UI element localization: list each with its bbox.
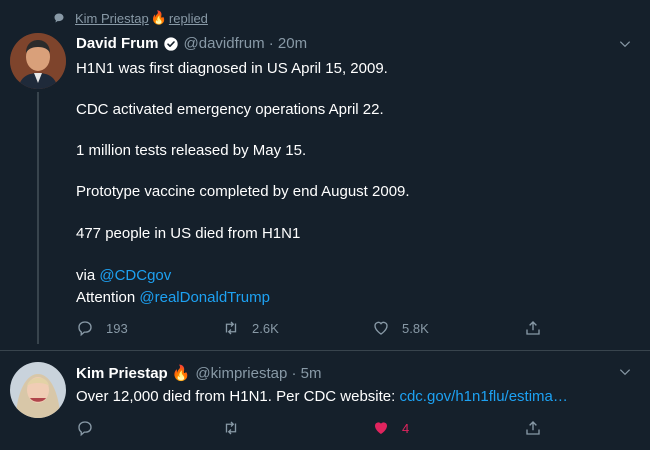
comment-bubble-icon (54, 13, 64, 23)
tweet-line: H1N1 was first diagnosed in US April 15,… (76, 60, 388, 77)
attention-prefix: Attention (76, 289, 140, 306)
reply-context: Kim Priestap 🔥 replied (53, 9, 208, 27)
cdc-website-link[interactable]: cdc.gov/h1n1flu/estima… (399, 388, 567, 405)
tweet1-actions: 193 2.6K 5.8K (76, 319, 556, 339)
share-icon (526, 321, 540, 335)
retweet-button[interactable]: 2.6K (222, 319, 279, 337)
tweet-divider (0, 350, 650, 351)
fire-emoji: 🔥 (171, 365, 191, 382)
heart-fill (375, 422, 387, 434)
reply-button[interactable]: 193 (76, 319, 128, 337)
via-line: via @CDCgov (76, 266, 171, 286)
share-button[interactable] (524, 419, 542, 437)
tweet2-text: Over 12,000 died from H1N1. Per CDC webs… (76, 388, 400, 405)
author-name[interactable]: Kim Priestap (76, 365, 168, 382)
author-handle-time[interactable]: @kimpriestap · 5m (195, 365, 321, 382)
tweet2-actions: 4 (76, 419, 556, 439)
thread-connector-line (37, 92, 39, 344)
context-user-link[interactable]: Kim Priestap (75, 11, 149, 26)
retweet-count: 2.6K (252, 320, 279, 336)
like-count: 5.8K (402, 320, 429, 336)
retweet-button[interactable] (222, 419, 252, 437)
mention-cdcgov-link[interactable]: @CDCgov (99, 267, 171, 284)
fire-emoji: 🔥 (150, 10, 167, 25)
author-handle-time[interactable]: @davidfrum · 20m (184, 35, 308, 52)
reply-count: 193 (106, 320, 128, 336)
reply-icon (78, 321, 92, 337)
verified-badge-icon (163, 36, 178, 51)
tweet-line: 477 people in US died from H1N1 (76, 225, 301, 242)
retweet-icon (225, 421, 237, 435)
avatar-kim-priestap[interactable] (10, 362, 66, 418)
avatar-david-frum[interactable] (10, 33, 66, 89)
mention-realdonaldtrump-link[interactable]: @realDonaldTrump (139, 289, 270, 306)
tweet-line: CDC activated emergency operations April… (76, 101, 384, 118)
retweet-icon (225, 321, 237, 335)
context-action-link[interactable]: replied (169, 11, 208, 26)
share-icon (526, 421, 540, 435)
like-count: 4 (402, 420, 410, 436)
like-button[interactable]: 4 (372, 419, 409, 437)
author-name[interactable]: David Frum (76, 35, 159, 52)
share-button[interactable] (524, 319, 542, 337)
like-button[interactable]: 5.8K (372, 319, 429, 337)
attention-line: Attention @realDonaldTrump (76, 288, 270, 308)
tweet-line: Prototype vaccine completed by end Augus… (76, 183, 410, 200)
tweet1-header: David Frum @davidfrum · 20m (76, 35, 307, 52)
heart-icon (374, 321, 388, 335)
tweet-line: 1 million tests released by May 15. (76, 142, 307, 159)
reply-icon (78, 421, 92, 437)
reply-button[interactable] (76, 419, 106, 437)
via-prefix: via (76, 267, 100, 284)
chevron-down-icon[interactable] (618, 365, 632, 379)
heart-filled-icon (375, 422, 387, 434)
tweet2-header: Kim Priestap 🔥 @kimpriestap · 5m (76, 364, 321, 383)
tweet2-body: Over 12,000 died from H1N1. Per CDC webs… (76, 387, 626, 407)
chevron-down-icon[interactable] (618, 37, 632, 51)
